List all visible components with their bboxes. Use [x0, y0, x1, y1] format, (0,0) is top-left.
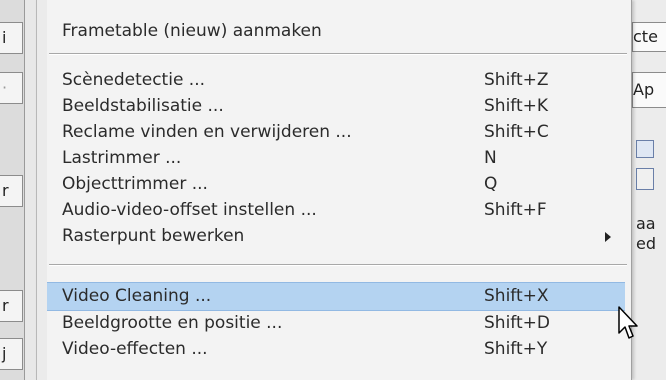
menu-item-shortcut: N [484, 148, 497, 168]
menu-item-audio-video-offset[interactable]: Audio-video-offset instellen ... Shift+F [47, 197, 625, 223]
bg-left-fragment: · [0, 72, 23, 104]
menu-item-shortcut: Shift+F [484, 200, 547, 220]
menu-item-shortcut: Shift+Y [484, 339, 548, 359]
chevron-right-icon [605, 232, 611, 242]
small-app-icon [636, 168, 654, 190]
bg-left-fragment: r [0, 290, 23, 322]
menu-item-reclame[interactable]: Reclame vinden en verwijderen ... Shift+… [47, 119, 625, 145]
menu-item-label: Video Cleaning ... [62, 286, 212, 306]
menu-item-lastrimmer[interactable]: Lastrimmer ... N [47, 145, 625, 171]
menu-item-shortcut: Q [484, 174, 498, 194]
menu-separator [49, 264, 627, 266]
bg-right-text: ed [636, 234, 656, 253]
menu-item-shortcut: Shift+D [484, 313, 550, 333]
background-window-left: i · r r j [0, 0, 25, 380]
menu-item-frametable[interactable]: Frametable (nieuw) aanmaken [47, 18, 625, 44]
menu-item-objecttrimmer[interactable]: Objecttrimmer ... Q [47, 171, 625, 197]
menu-item-beeldgrootte[interactable]: Beeldgrootte en positie ... Shift+D [47, 310, 625, 336]
menu-item-label: Lastrimmer ... [62, 148, 182, 168]
menu-item-shortcut: Shift+C [484, 122, 549, 142]
menu-item-label: Video-effecten ... [62, 339, 208, 359]
menu-item-beeldstabilisatie[interactable]: Beeldstabilisatie ... Shift+K [47, 93, 625, 119]
bg-left-fragment: r [0, 175, 23, 207]
small-app-icon [636, 140, 654, 158]
menu-item-label: Rasterpunt bewerken [62, 226, 245, 246]
menu-item-label: Audio-video-offset instellen ... [62, 200, 317, 220]
menu-item-shortcut: Shift+Z [484, 70, 549, 90]
menu-item-video-cleaning[interactable]: Video Cleaning ... Shift+X [47, 282, 625, 311]
bg-left-fragment: i [0, 22, 23, 54]
mouse-pointer-icon [618, 306, 638, 339]
menu-item-label: Scènedetectie ... [62, 70, 206, 90]
bg-right-text: aa [636, 214, 656, 233]
bg-right-fragment: cte [632, 22, 666, 52]
bg-left-fragment: j [0, 338, 23, 370]
menu-item-shortcut: Shift+X [484, 286, 549, 306]
context-menu: Frametable (nieuw) aanmaken Scènedetecti… [36, 0, 632, 380]
menu-item-label: Objecttrimmer ... [62, 174, 208, 194]
menu-item-label: Beeldgrootte en positie ... [62, 313, 283, 333]
menu-gutter [37, 0, 47, 380]
menu-item-video-effecten[interactable]: Video-effecten ... Shift+Y [47, 336, 625, 380]
menu-item-shortcut: Shift+K [484, 96, 549, 116]
menu-item-label: Beeldstabilisatie ... [62, 96, 224, 116]
menu-item-label: Frametable (nieuw) aanmaken [62, 21, 322, 41]
menu-item-label: Reclame vinden en verwijderen ... [62, 122, 352, 142]
bg-right-fragment: Ap [632, 72, 666, 108]
menu-item-scenedetectie[interactable]: Scènedetectie ... Shift+Z [47, 67, 625, 93]
menu-separator [49, 53, 627, 55]
menu-item-rasterpunt[interactable]: Rasterpunt bewerken [47, 223, 625, 249]
